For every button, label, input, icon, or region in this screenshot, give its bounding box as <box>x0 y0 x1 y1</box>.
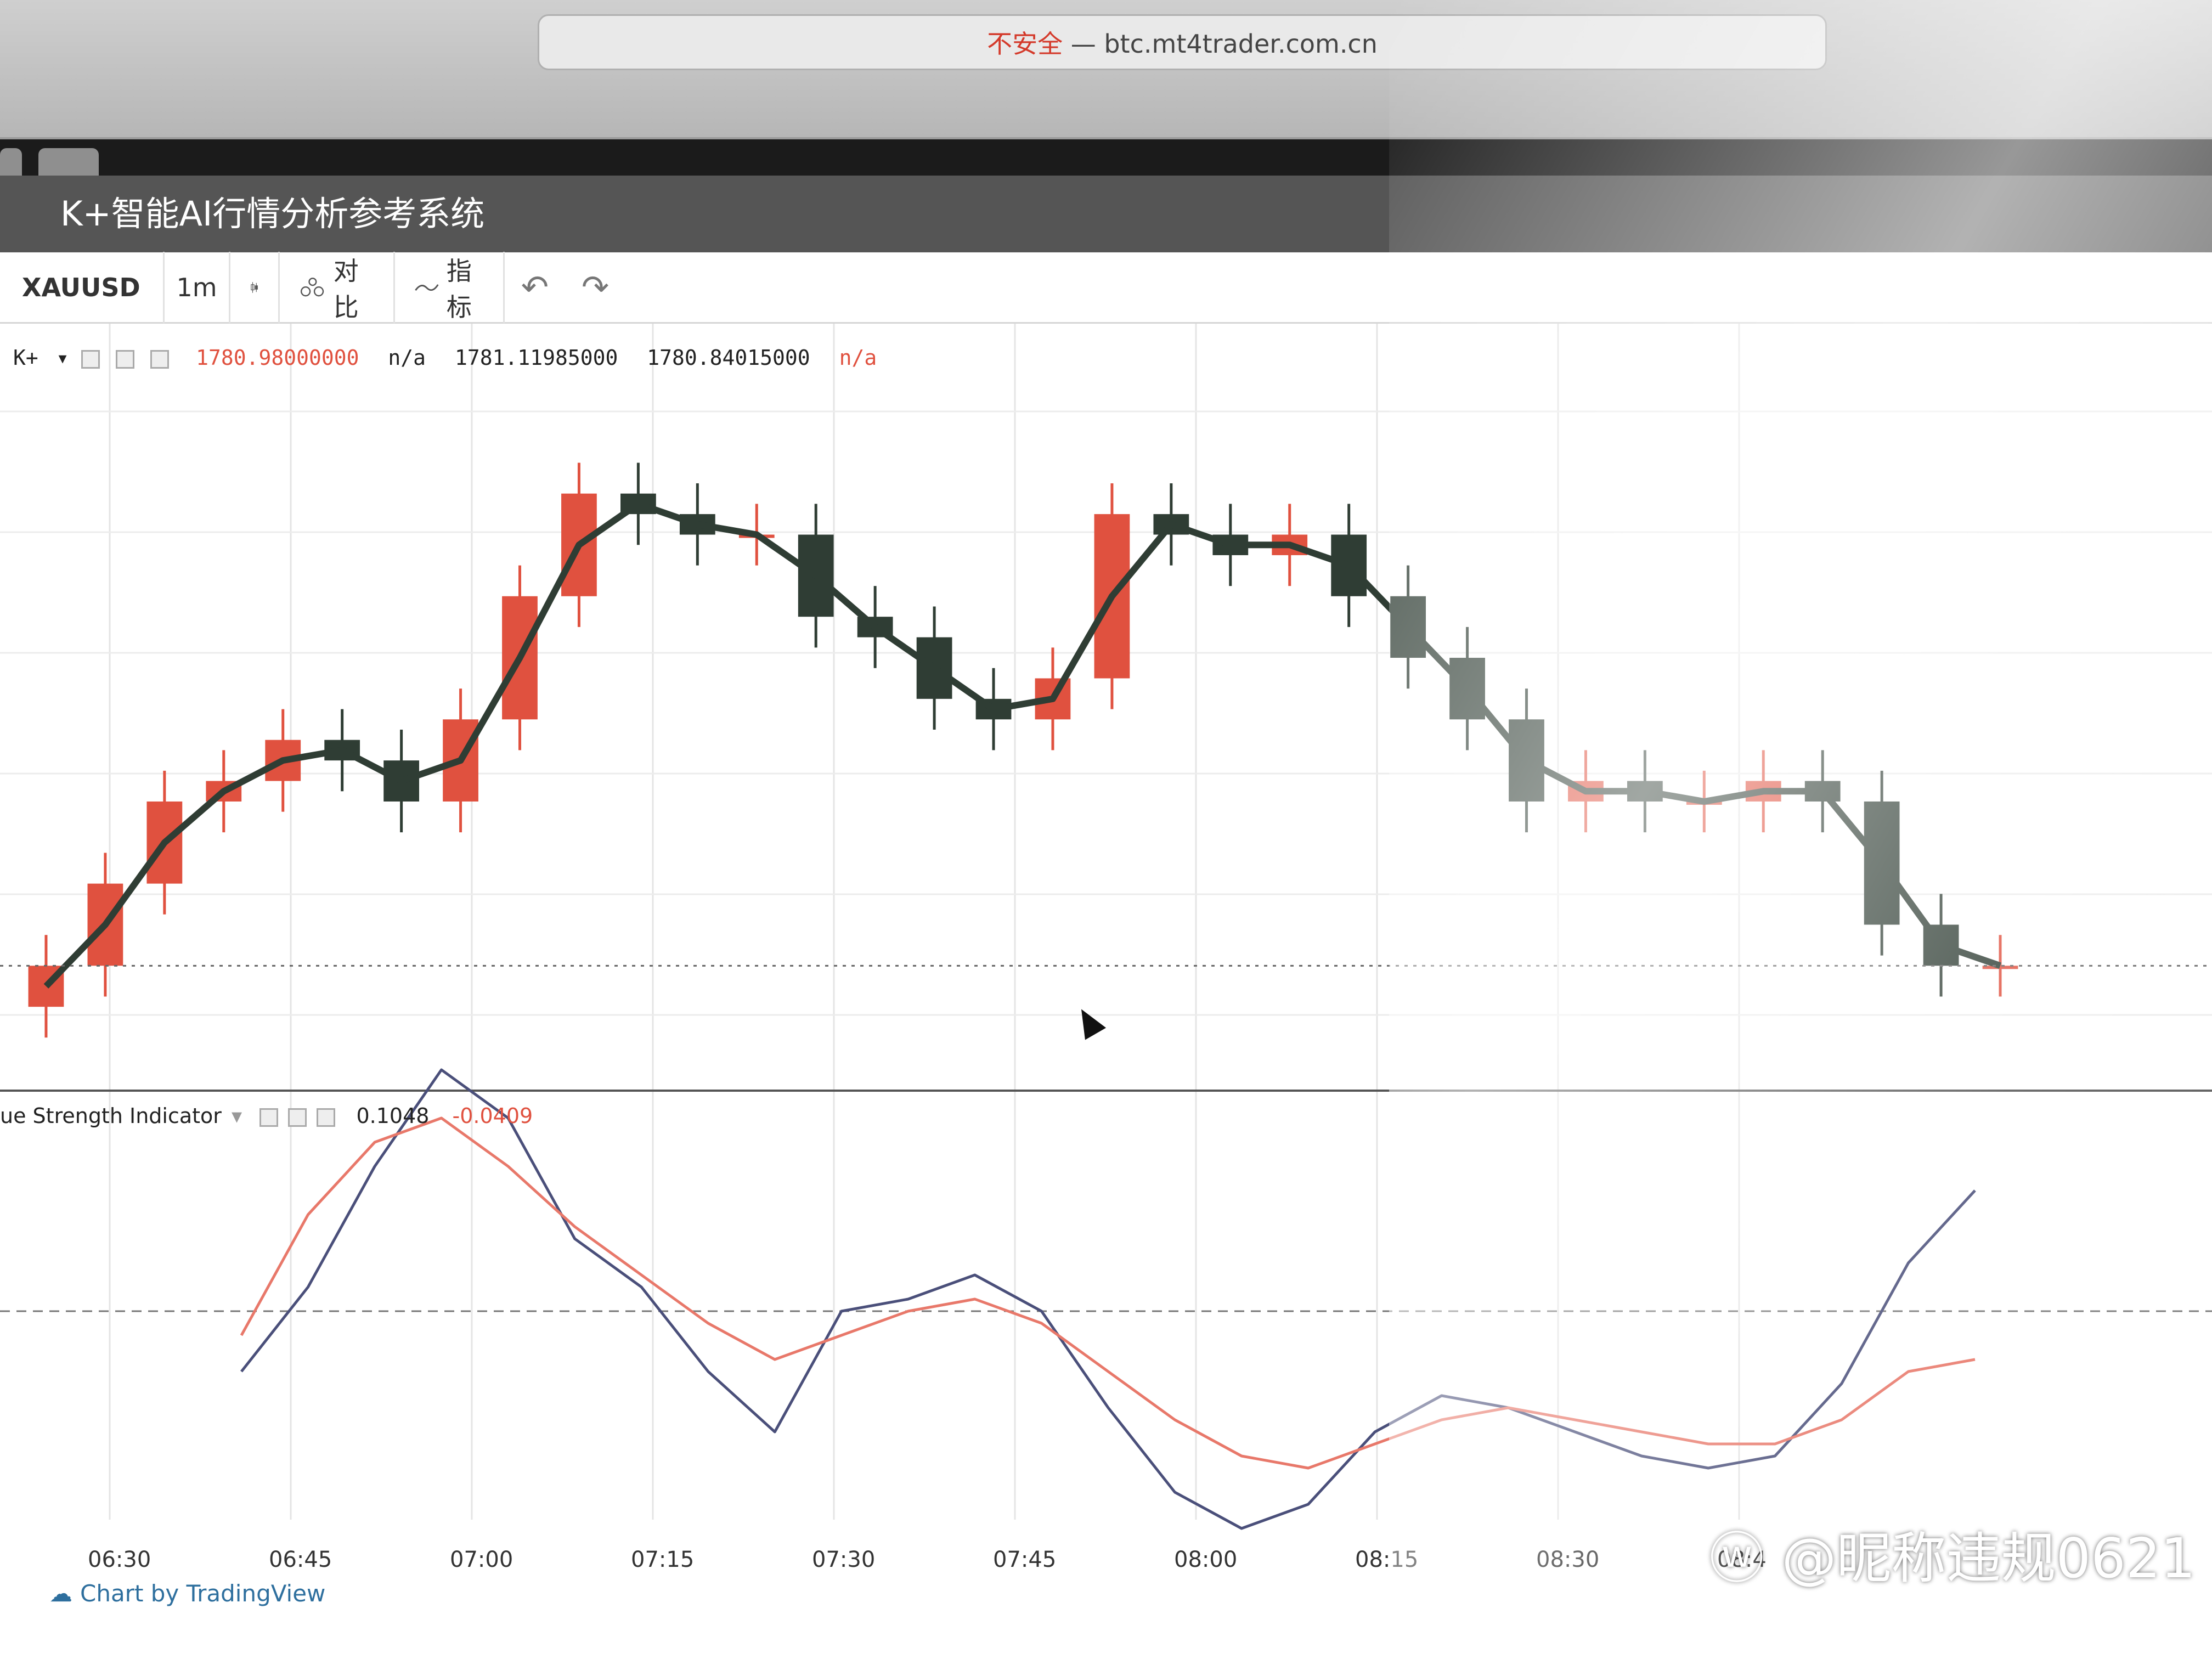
time-axis-label: 08:00 <box>1174 1547 1238 1572</box>
weibo-handle: @昵称违规0621 <box>1781 1526 2196 1590</box>
indicator-visibility-toggle[interactable] <box>259 1108 279 1127</box>
app-title: K+智能AI行情分析参考系统 <box>0 176 2212 252</box>
candle-type-icon[interactable] <box>230 251 280 323</box>
photo-of-screen: 不安全 — btc.mt4trader.com.cn K+智能AI行情分析参考系… <box>0 0 2212 1659</box>
chart-area[interactable]: K+ ▾ 1780.98000000 n/a 1781.11985000 178… <box>0 324 2212 1659</box>
indicator-value-main: 0.1048 <box>356 1104 430 1128</box>
symbol-selector[interactable]: XAUUSD <box>0 251 165 323</box>
browser-chrome: 不安全 — btc.mt4trader.com.cn <box>0 0 2212 139</box>
indicator-signal-line <box>240 1116 1976 1470</box>
study-settings-button[interactable] <box>116 349 135 369</box>
chart-canvas[interactable] <box>0 324 2212 1659</box>
address-separator: — <box>1063 29 1104 59</box>
interval-label: 1m <box>176 272 217 302</box>
weibo-watermark: ⓦ @昵称违规0621 <box>1709 1514 2196 1593</box>
legend-value-1: 1780.98000000 <box>196 346 359 370</box>
indicators-label: 指标 <box>446 256 472 322</box>
study-visibility-toggle[interactable] <box>81 349 100 369</box>
indicator-wave-icon <box>415 284 439 291</box>
legend-value-4: 1780.84015000 <box>647 346 810 370</box>
study-remove-button[interactable] <box>150 349 170 369</box>
time-axis-label: 07:45 <box>993 1547 1057 1572</box>
indicator-legend: ue Strength Indicator ▾ 0.1048 -0.0409 <box>0 1104 533 1128</box>
time-axis-label: 07:00 <box>450 1547 514 1572</box>
time-axis-label: 07:15 <box>631 1547 695 1572</box>
url-text: btc.mt4trader.com.cn <box>1104 29 1378 59</box>
redo-button[interactable]: ↷ <box>565 252 625 323</box>
tradingview-attribution[interactable]: ☁ Chart by TradingView <box>49 1580 325 1607</box>
indicator-main-line <box>240 1068 1976 1530</box>
legend-value-5: n/a <box>839 346 877 370</box>
tradingview-label: Chart by TradingView <box>80 1580 326 1607</box>
interval-selector[interactable]: 1m <box>165 251 230 323</box>
symbol-label: XAUUSD <box>22 272 140 302</box>
indicator-settings-button[interactable] <box>288 1108 307 1127</box>
weibo-logo-icon: ⓦ <box>1709 1526 1764 1590</box>
indicator-value-signal: -0.0409 <box>452 1104 533 1128</box>
indicators-button[interactable]: 指标 <box>395 251 505 323</box>
legend-value-3: 1781.11985000 <box>454 346 618 370</box>
study-name: K+ <box>13 346 38 370</box>
chart-toolbar: XAUUSD 1m 对比 指标 ↶ ↷ <box>0 251 2212 324</box>
legend-value-2: n/a <box>388 346 426 370</box>
address-bar[interactable]: 不安全 — btc.mt4trader.com.cn <box>538 14 1827 70</box>
compare-button[interactable]: 对比 <box>280 251 395 323</box>
indicator-remove-button[interactable] <box>317 1108 336 1127</box>
time-axis-label: 08:15 <box>1355 1547 1419 1572</box>
undo-icon: ↶ <box>521 268 549 307</box>
time-axis-label: 06:45 <box>269 1547 332 1572</box>
time-axis-label: 06:30 <box>88 1547 151 1572</box>
main-study-legend: K+ ▾ 1780.98000000 n/a 1781.11985000 178… <box>13 346 877 370</box>
redo-icon: ↷ <box>581 268 610 307</box>
insecure-label: 不安全 <box>987 29 1063 59</box>
time-axis-label: 08:30 <box>1536 1547 1600 1572</box>
undo-button[interactable]: ↶ <box>505 252 565 323</box>
time-axis-label: 07:30 <box>812 1547 876 1572</box>
compare-label: 对比 <box>333 256 359 322</box>
cloud-icon: ☁ <box>49 1580 72 1607</box>
compare-icon <box>300 277 324 296</box>
indicator-name: ue Strength Indicator <box>0 1104 222 1128</box>
trading-app: K+智能AI行情分析参考系统 XAUUSD 1m 对比 指标 ↶ ↷ K+ ▾ … <box>0 176 2212 1659</box>
